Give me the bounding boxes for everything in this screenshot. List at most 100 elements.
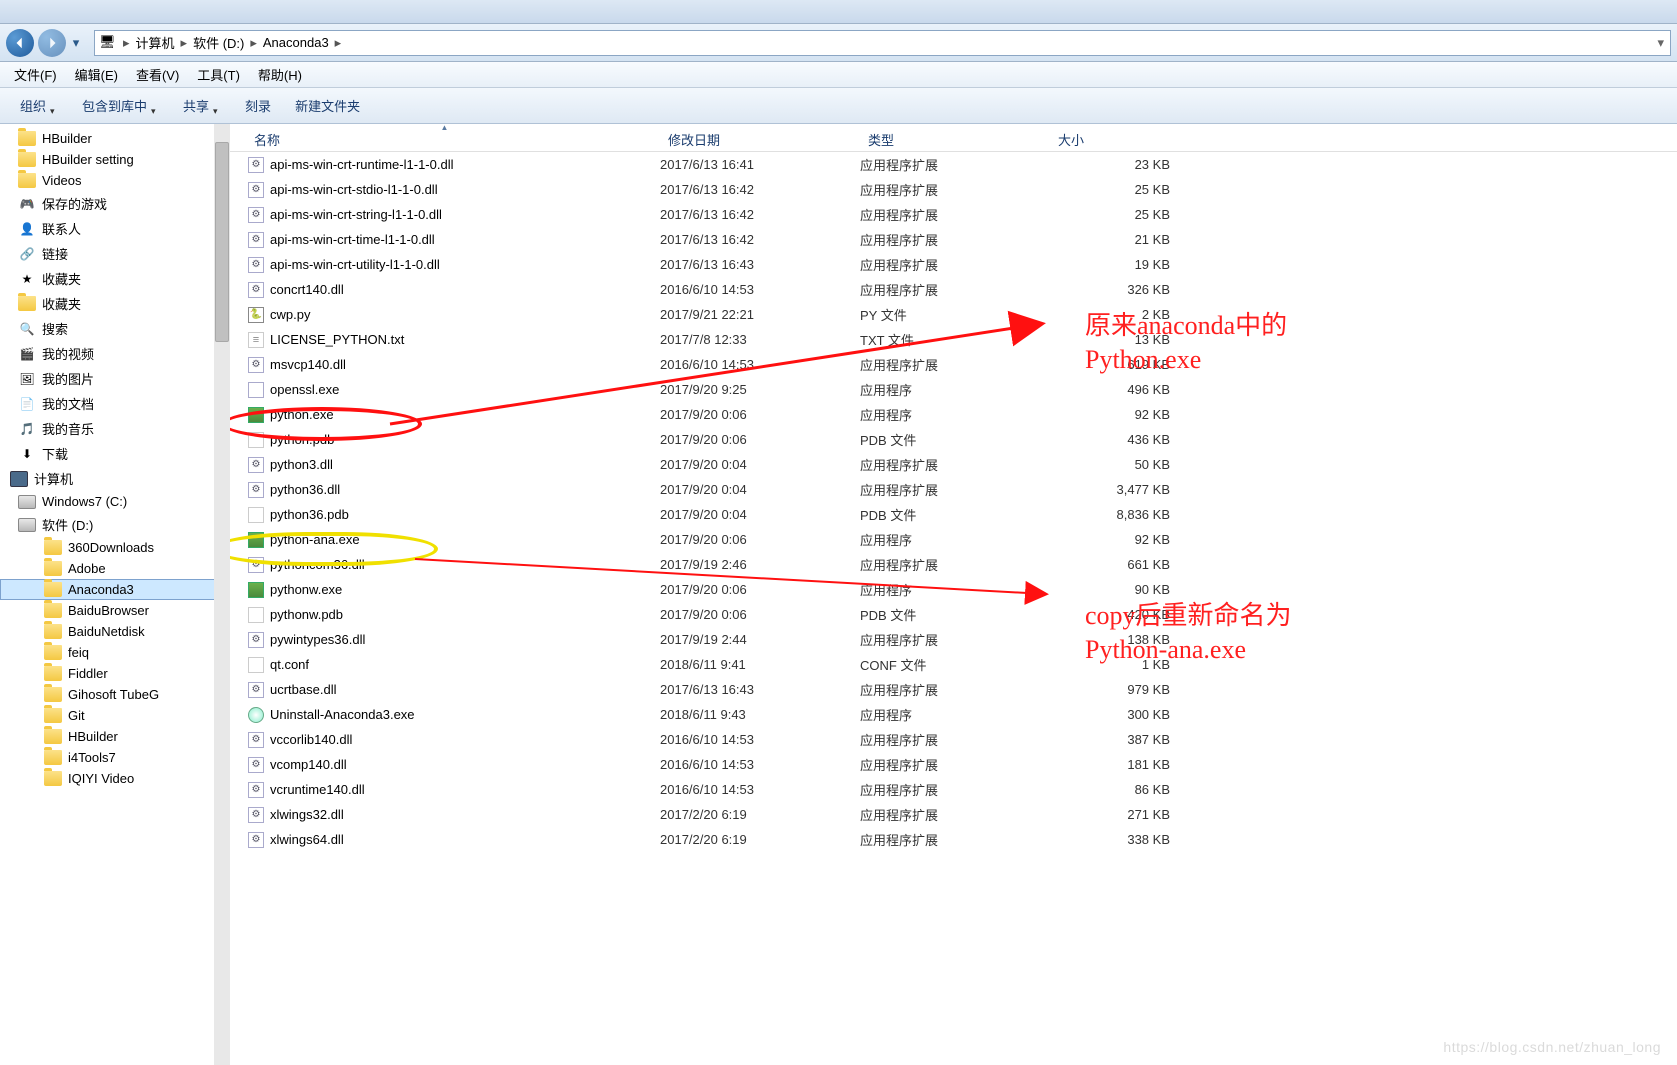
tree-item[interactable]: 🔗链接 <box>0 241 229 266</box>
column-header-size[interactable]: 大小 <box>1050 124 1180 151</box>
share-button[interactable]: 共享 <box>173 92 231 119</box>
tree-item[interactable]: 软件 (D:) <box>0 512 229 537</box>
tree-item[interactable]: HBuilder setting <box>0 149 229 170</box>
tree-item[interactable]: 🎮保存的游戏 <box>0 191 229 216</box>
file-icon <box>248 357 264 373</box>
back-button[interactable] <box>6 29 34 57</box>
file-row[interactable]: msvcp140.dll2016/6/10 14:53应用程序扩展619 KB <box>230 352 1677 377</box>
file-row[interactable]: api-ms-win-crt-time-l1-1-0.dll2017/6/13 … <box>230 227 1677 252</box>
folder-icon <box>18 152 36 167</box>
column-header-type[interactable]: 类型 <box>860 124 1050 151</box>
tree-item[interactable]: HBuilder <box>0 726 229 747</box>
tree-item[interactable]: 🔍搜索 <box>0 316 229 341</box>
file-row[interactable]: qt.conf2018/6/11 9:41CONF 文件1 KB <box>230 652 1677 677</box>
file-row[interactable]: Uninstall-Anaconda3.exe2018/6/11 9:43应用程… <box>230 702 1677 727</box>
tree-item[interactable]: IQIYI Video <box>0 768 229 789</box>
file-date: 2018/6/11 9:41 <box>660 657 860 672</box>
new-folder-button[interactable]: 新建文件夹 <box>285 92 370 119</box>
file-row[interactable]: concrt140.dll2016/6/10 14:53应用程序扩展326 KB <box>230 277 1677 302</box>
file-row[interactable]: python-ana.exe2017/9/20 0:06应用程序92 KB <box>230 527 1677 552</box>
file-row[interactable]: pythonw.pdb2017/9/20 0:06PDB 文件420 KB <box>230 602 1677 627</box>
tree-item[interactable]: BaiduNetdisk <box>0 621 229 642</box>
tree-item[interactable]: Fiddler <box>0 663 229 684</box>
tree-item[interactable]: 🎬我的视频 <box>0 341 229 366</box>
file-icon <box>248 832 264 848</box>
file-name: openssl.exe <box>270 382 339 397</box>
folder-icon <box>44 645 62 660</box>
tree-item[interactable]: Adobe <box>0 558 229 579</box>
tree-item[interactable]: 🎵我的音乐 <box>0 416 229 441</box>
file-row[interactable]: python36.dll2017/9/20 0:04应用程序扩展3,477 KB <box>230 477 1677 502</box>
tree-item[interactable]: Anaconda3 <box>0 579 229 600</box>
tree-item[interactable]: Videos <box>0 170 229 191</box>
file-icon <box>248 482 264 498</box>
tree-item[interactable]: i4Tools7 <box>0 747 229 768</box>
chevron-right-icon[interactable]: ▸ <box>333 35 344 51</box>
file-size: 271 KB <box>1050 807 1180 822</box>
chevron-down-icon <box>151 102 159 110</box>
tree-item[interactable]: feiq <box>0 642 229 663</box>
column-header-date[interactable]: 修改日期 <box>660 124 860 151</box>
breadcrumb-part[interactable]: Anaconda3 <box>259 35 333 50</box>
chevron-right-icon[interactable]: ▸ <box>179 35 190 51</box>
file-row[interactable]: pythoncom36.dll2017/9/19 2:46应用程序扩展661 K… <box>230 552 1677 577</box>
file-row[interactable]: api-ms-win-crt-stdio-l1-1-0.dll2017/6/13… <box>230 177 1677 202</box>
breadcrumb-part[interactable]: 软件 (D:) <box>189 33 248 52</box>
file-row[interactable]: openssl.exe2017/9/20 9:25应用程序496 KB <box>230 377 1677 402</box>
history-dropdown-icon[interactable]: ▾ <box>70 35 82 51</box>
file-row[interactable]: xlwings32.dll2017/2/20 6:19应用程序扩展271 KB <box>230 802 1677 827</box>
file-row[interactable]: ucrtbase.dll2017/6/13 16:43应用程序扩展979 KB <box>230 677 1677 702</box>
tree-item-label: 我的文档 <box>42 394 94 413</box>
tree-item[interactable]: Gihosoft TubeG <box>0 684 229 705</box>
tree-item[interactable]: HBuilder <box>0 128 229 149</box>
tree-item-label: Videos <box>42 173 82 188</box>
file-row[interactable]: python.exe2017/9/20 0:06应用程序92 KB <box>230 402 1677 427</box>
menu-tools[interactable]: 工具(T) <box>189 62 248 87</box>
file-row[interactable]: python.pdb2017/9/20 0:06PDB 文件436 KB <box>230 427 1677 452</box>
tree-item[interactable]: BaiduBrowser <box>0 600 229 621</box>
file-row[interactable]: pythonw.exe2017/9/20 0:06应用程序90 KB <box>230 577 1677 602</box>
chevron-right-icon[interactable]: ▸ <box>121 35 132 51</box>
file-row[interactable]: python3.dll2017/9/20 0:04应用程序扩展50 KB <box>230 452 1677 477</box>
file-row[interactable]: vccorlib140.dll2016/6/10 14:53应用程序扩展387 … <box>230 727 1677 752</box>
tree-item[interactable]: 收藏夹 <box>0 291 229 316</box>
menu-view[interactable]: 查看(V) <box>128 62 187 87</box>
file-icon <box>248 282 264 298</box>
organize-button[interactable]: 组织 <box>10 92 68 119</box>
breadcrumb-part[interactable]: 计算机 <box>132 33 179 52</box>
tree-item[interactable]: Git <box>0 705 229 726</box>
file-row[interactable]: xlwings64.dll2017/2/20 6:19应用程序扩展338 KB <box>230 827 1677 852</box>
tree-item-label: i4Tools7 <box>68 750 116 765</box>
column-header-name[interactable]: 名称▲ <box>230 124 660 151</box>
file-row[interactable]: api-ms-win-crt-utility-l1-1-0.dll2017/6/… <box>230 252 1677 277</box>
file-row[interactable]: python36.pdb2017/9/20 0:04PDB 文件8,836 KB <box>230 502 1677 527</box>
address-bar[interactable]: 🖥 ▸ 计算机 ▸ 软件 (D:) ▸ Anaconda3 ▸ ▾ <box>94 30 1671 56</box>
file-row[interactable]: vcomp140.dll2016/6/10 14:53应用程序扩展181 KB <box>230 752 1677 777</box>
sidebar-scrollbar[interactable] <box>214 124 230 1065</box>
menu-help[interactable]: 帮助(H) <box>250 62 310 87</box>
tree-item-label: BaiduNetdisk <box>68 624 145 639</box>
tree-item[interactable]: 👤联系人 <box>0 216 229 241</box>
file-row[interactable]: cwp.py2017/9/21 22:21PY 文件2 KB <box>230 302 1677 327</box>
forward-button[interactable] <box>38 29 66 57</box>
include-library-button[interactable]: 包含到库中 <box>72 92 169 119</box>
file-row[interactable]: pywintypes36.dll2017/9/19 2:44应用程序扩展138 … <box>230 627 1677 652</box>
menu-edit[interactable]: 编辑(E) <box>67 62 126 87</box>
file-row[interactable]: api-ms-win-crt-runtime-l1-1-0.dll2017/6/… <box>230 152 1677 177</box>
file-row[interactable]: vcruntime140.dll2016/6/10 14:53应用程序扩展86 … <box>230 777 1677 802</box>
dropdown-icon[interactable]: ▾ <box>1651 35 1670 51</box>
tree-item[interactable]: 360Downloads <box>0 537 229 558</box>
file-date: 2017/6/13 16:42 <box>660 232 860 247</box>
tree-item[interactable]: Windows7 (C:) <box>0 491 229 512</box>
file-row[interactable]: LICENSE_PYTHON.txt2017/7/8 12:33TXT 文件13… <box>230 327 1677 352</box>
file-date: 2017/9/20 0:04 <box>660 507 860 522</box>
chevron-right-icon[interactable]: ▸ <box>248 35 259 51</box>
tree-item[interactable]: 🖼我的图片 <box>0 366 229 391</box>
burn-button[interactable]: 刻录 <box>235 92 281 119</box>
menu-file[interactable]: 文件(F) <box>6 62 65 87</box>
tree-item[interactable]: ★收藏夹 <box>0 266 229 291</box>
tree-item[interactable]: 计算机 <box>0 466 229 491</box>
file-row[interactable]: api-ms-win-crt-string-l1-1-0.dll2017/6/1… <box>230 202 1677 227</box>
tree-item[interactable]: ⬇下载 <box>0 441 229 466</box>
tree-item[interactable]: 📄我的文档 <box>0 391 229 416</box>
